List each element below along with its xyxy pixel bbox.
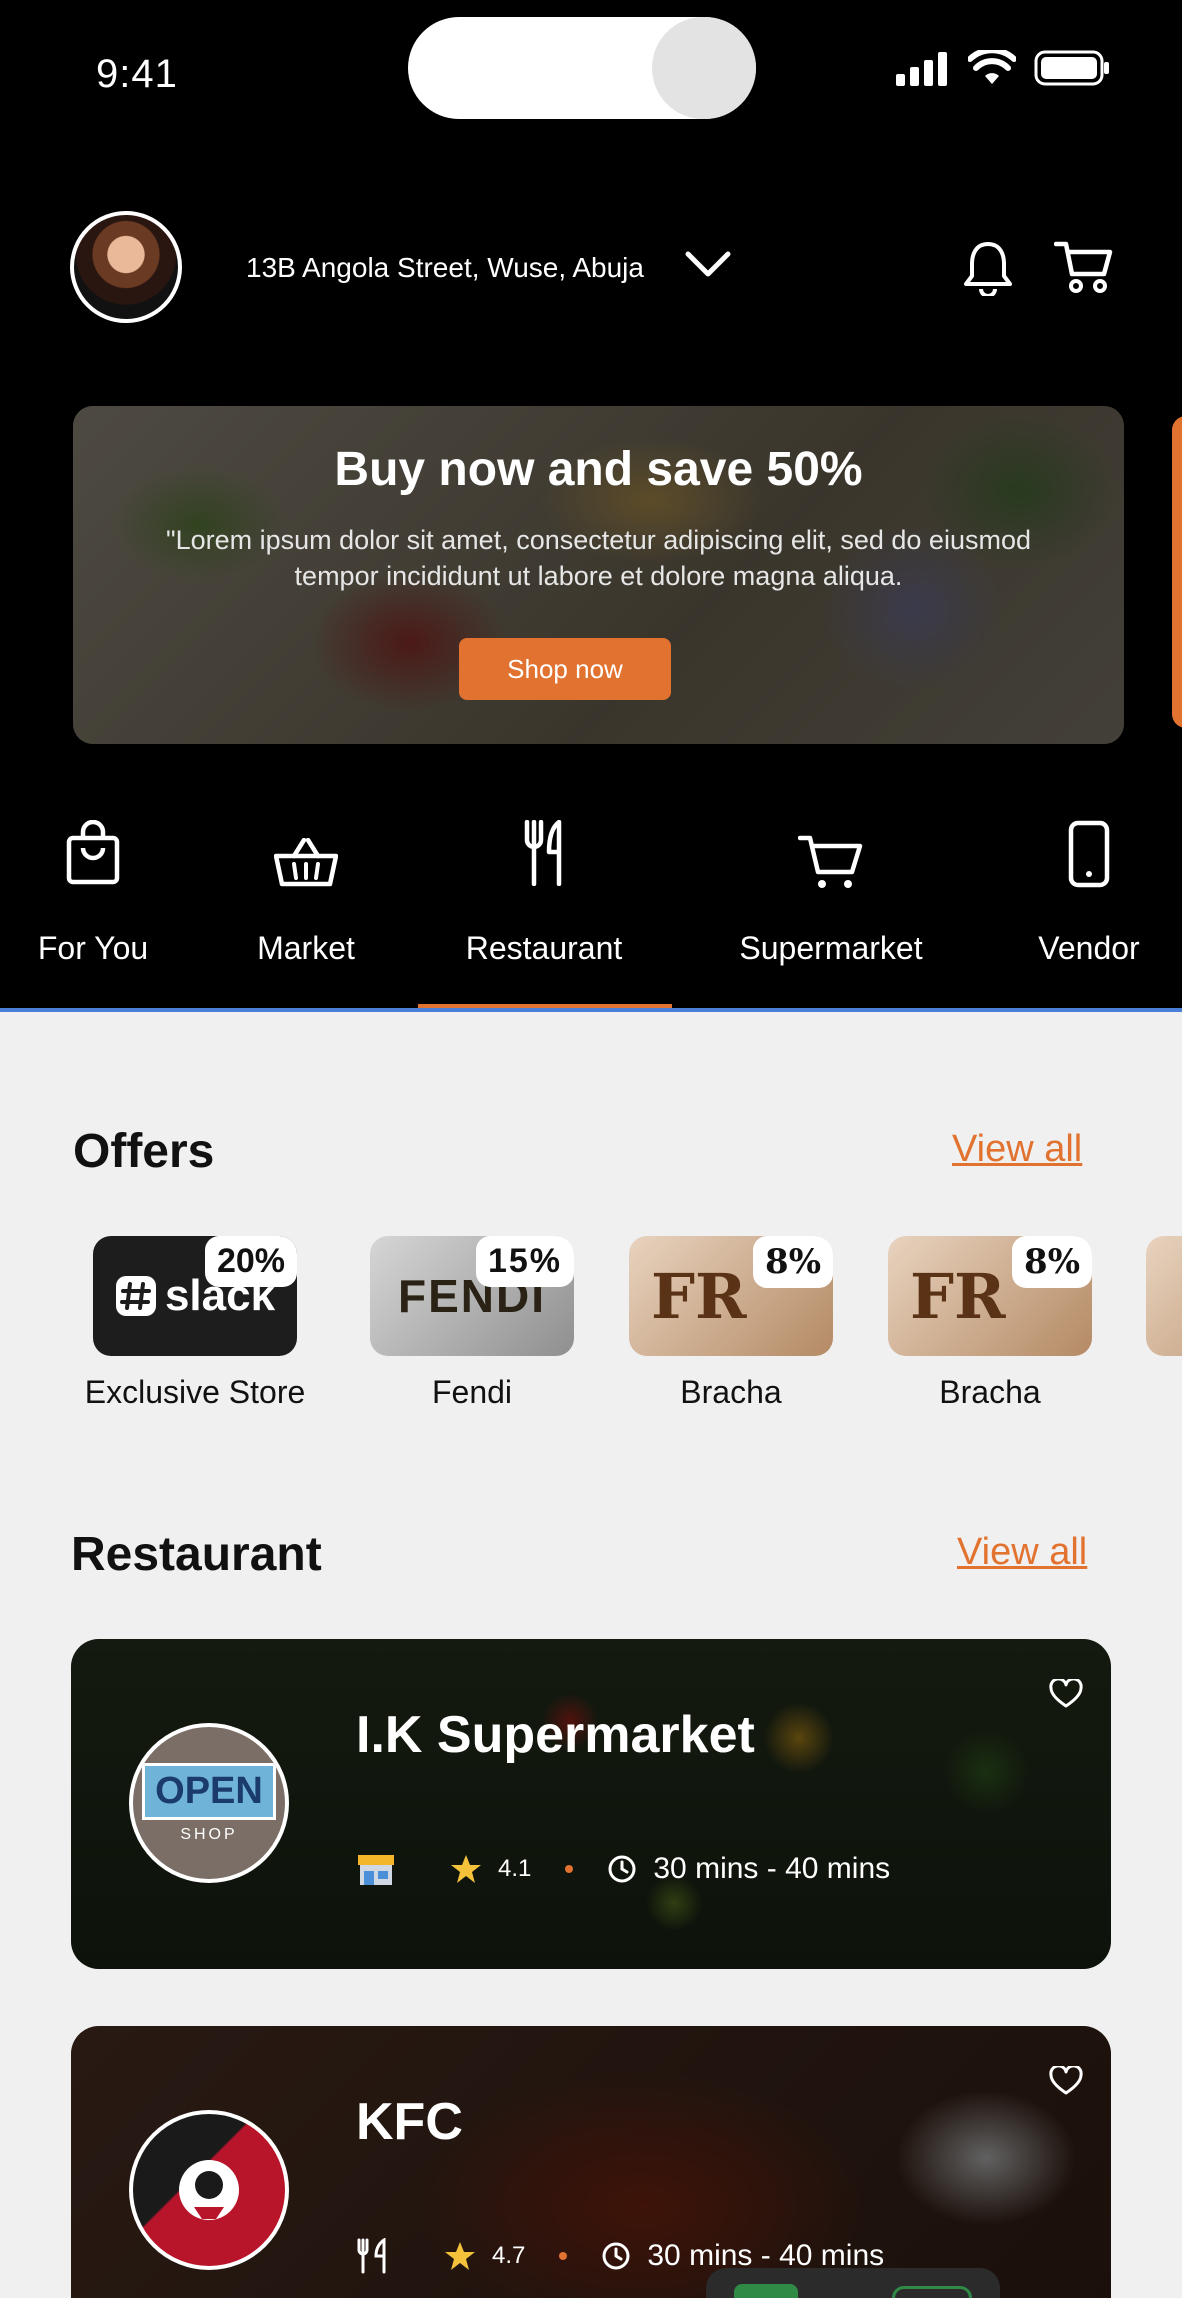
star-icon (445, 2242, 475, 2270)
offer-card[interactable]: slack 20% Exclusive Store (73, 1236, 317, 1411)
bracha-logo: FR 8% (629, 1236, 833, 1356)
user-avatar[interactable] (70, 211, 182, 323)
banner-title: Buy now and save 50% (334, 443, 863, 496)
delivery-time: 30 mins - 40 mins (653, 1852, 891, 1885)
phone-icon (1068, 820, 1110, 888)
kfc-logo (129, 2110, 289, 2270)
restaurant-name: I.K Supermarket (356, 1706, 755, 1764)
status-icons (896, 50, 1110, 86)
shopping-bag-icon (66, 820, 120, 885)
favorite-heart-icon[interactable] (1049, 1679, 1083, 1709)
offer-name: Fendi (431, 1374, 513, 1410)
restaurant-card[interactable]: KFC 4.7 30 mins - 40 mins (71, 2026, 1111, 2298)
favorite-heart-icon[interactable] (1049, 2066, 1083, 2096)
fork-knife-icon (524, 820, 562, 886)
tab-market[interactable]: Market (248, 820, 364, 967)
delivery-address[interactable]: 13B Angola Street, Wuse, Abuja (246, 252, 644, 284)
star-icon (451, 1855, 481, 1883)
clock-icon (608, 1855, 636, 1883)
battery-icon (1034, 50, 1109, 86)
rating-value: 4.1 (498, 1855, 532, 1882)
offers-view-all-link[interactable]: View all (952, 1128, 1082, 1171)
offer-card[interactable]: FR 8% Bracha (888, 1236, 1092, 1411)
cart-icon[interactable] (1054, 238, 1114, 294)
nav-item (892, 2286, 972, 2298)
tab-restaurant[interactable]: Restaurant (456, 820, 632, 967)
offer-card[interactable]: FR 8% Bracha (629, 1236, 833, 1411)
tab-label: Supermarket (739, 930, 923, 966)
separator-dot (565, 1865, 574, 1873)
discount-badge: 8% (1012, 1236, 1092, 1288)
bell-icon[interactable] (962, 240, 1014, 296)
restaurant-meta: 4.1 30 mins - 40 mins (356, 1851, 890, 1887)
category-tabs: For You Market Restaurant Supermarket Ve… (0, 820, 1182, 1010)
discount-badge: 15% (475, 1236, 574, 1287)
offer-card[interactable]: FENDI 15% Fendi (370, 1236, 574, 1411)
wifi-icon (968, 50, 1016, 84)
logo-subtext: SHOP (180, 1825, 238, 1843)
fork-knife-icon (357, 2238, 386, 2274)
shop-now-button[interactable]: Shop now (459, 638, 671, 700)
store-icon (358, 1855, 394, 1885)
bracha-logo (1146, 1236, 1182, 1356)
clock-icon (602, 2242, 630, 2270)
slack-icon (115, 1276, 156, 1316)
slack-logo: slack 20% (93, 1236, 297, 1356)
tab-supermarket[interactable]: Supermarket (728, 820, 934, 967)
tab-for-you[interactable]: For You (34, 820, 152, 967)
kfc-colonel-icon (179, 2160, 239, 2220)
restaurant-view-all-link[interactable]: View all (957, 1531, 1087, 1574)
offer-name: Exclusive Store (84, 1374, 306, 1410)
promo-banner[interactable]: Buy now and save 50% "Lorem ipsum dolor … (73, 406, 1124, 744)
offers-title: Offers (73, 1125, 215, 1178)
tab-vendor[interactable]: Vendor (1030, 820, 1148, 967)
banner-text: "Lorem ipsum dolor sit amet, consectetur… (165, 525, 1031, 591)
bottom-nav-peek[interactable] (706, 2268, 1000, 2298)
next-banner-peek[interactable] (1172, 416, 1182, 728)
bracha-wordmark: FR (651, 1259, 747, 1333)
tab-label: For You (37, 930, 149, 966)
open-shop-logo: OPEN SHOP (129, 1723, 289, 1883)
basket-icon (274, 838, 338, 887)
signal-icon (896, 52, 947, 86)
nav-item (734, 2284, 798, 2298)
status-time: 9:41 (96, 52, 178, 96)
discount-badge: 20% (204, 1236, 297, 1287)
tab-label: Restaurant (465, 930, 623, 966)
chevron-down-icon[interactable] (684, 248, 732, 282)
restaurant-card[interactable]: OPEN SHOP I.K Supermarket 4.1 30 mins - … (71, 1639, 1111, 1969)
restaurant-title: Restaurant (71, 1528, 322, 1581)
tab-label: Vendor (1038, 930, 1140, 966)
discount-badge: 8% (753, 1236, 833, 1288)
separator-dot (559, 2252, 568, 2260)
dynamic-island (408, 17, 756, 119)
fendi-logo: FENDI 15% (370, 1236, 574, 1356)
rating-value: 4.7 (492, 2242, 526, 2269)
cart-icon (798, 835, 863, 888)
bracha-wordmark: FR (910, 1259, 1006, 1333)
logo-sign: OPEN (142, 1762, 276, 1820)
offer-name: Bracha (680, 1374, 782, 1410)
offer-card-peek[interactable] (1146, 1236, 1182, 1356)
offer-name: Bracha (939, 1374, 1041, 1410)
bracha-logo: FR 8% (888, 1236, 1092, 1356)
camera-icon (652, 17, 756, 119)
restaurant-name: KFC (356, 2093, 463, 2151)
app-screen: 9:41 13B Angola Street, Wuse, Abuja Buy … (0, 0, 1182, 2298)
tab-label: Market (257, 930, 355, 966)
